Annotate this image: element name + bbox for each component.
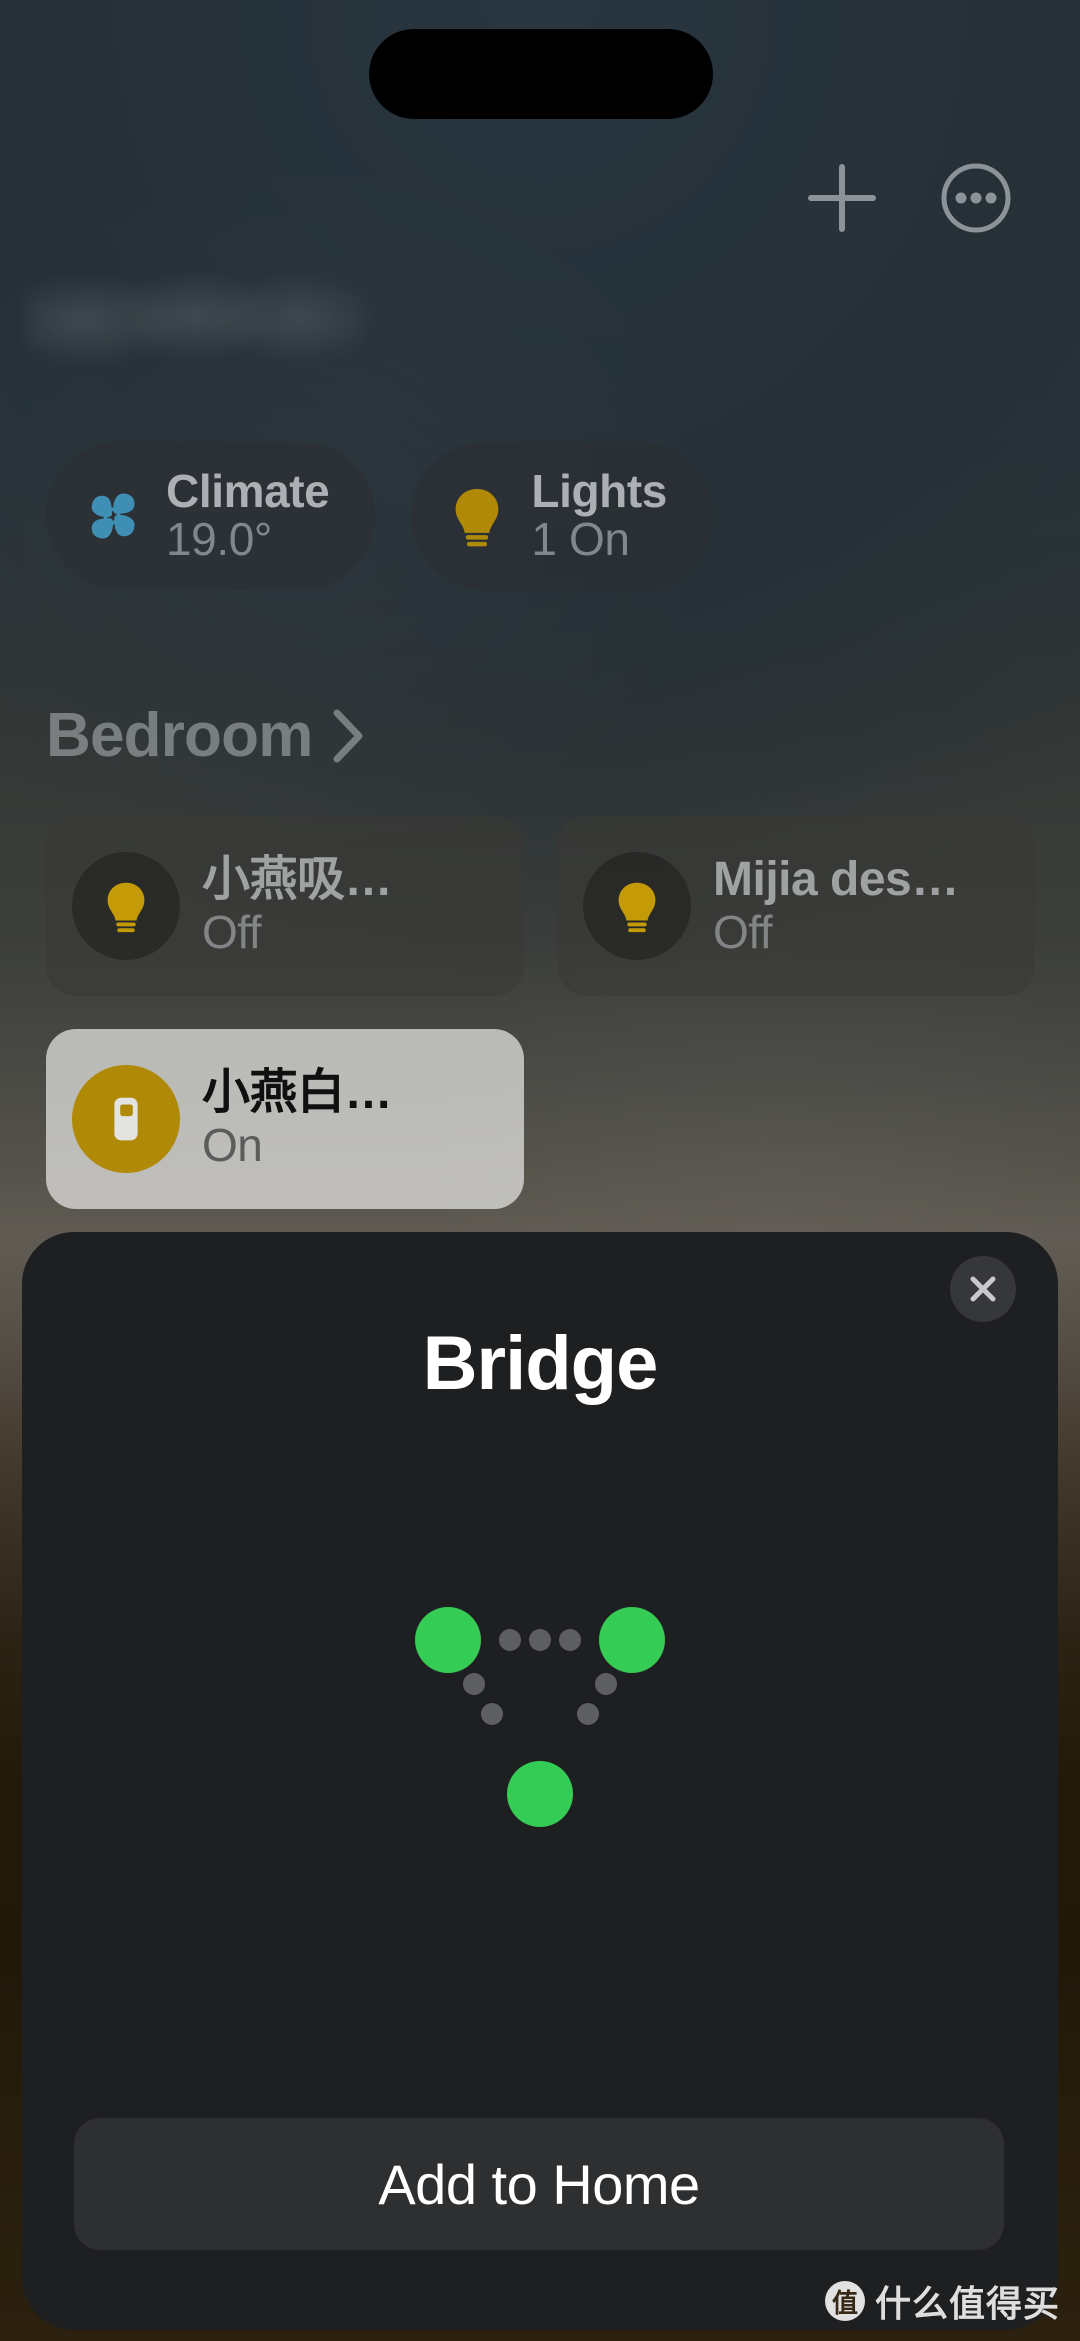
- room-section-header[interactable]: Bedroom: [46, 700, 369, 771]
- status-pill-lights[interactable]: Lights 1 On: [411, 442, 713, 590]
- bridge-link-dot: [529, 1629, 551, 1651]
- accessory-name: 小燕吸…: [202, 853, 393, 907]
- dynamic-island: [369, 29, 713, 119]
- chevron-right-icon: [333, 709, 363, 762]
- bridge-link-dot: [481, 1703, 503, 1725]
- accessory-grid: 小燕吸… Off Mijia des… Off 小燕白… On: [46, 816, 1036, 1209]
- bridge-sheet: Bridge Add to Home: [22, 1232, 1058, 2330]
- add-to-home-label: Add to Home: [378, 2152, 700, 2216]
- status-pill-climate[interactable]: Climate 19.0°: [46, 442, 376, 590]
- bridge-link-dot: [463, 1673, 485, 1695]
- accessory-icon-wrap: [583, 852, 691, 960]
- plus-icon: [808, 164, 876, 232]
- accessory-icon-wrap: [72, 852, 180, 960]
- bridge-node: [415, 1607, 481, 1673]
- close-x-icon: [970, 1276, 996, 1302]
- watermark: 值 什么值得买: [824, 2275, 1060, 2327]
- ellipsis-circle-icon: [941, 163, 1011, 233]
- watermark-text: 什么值得买: [874, 2284, 1060, 2325]
- bridge-node: [507, 1761, 573, 1827]
- phone-screen: Climate 19.0° Lights 1 On Bedroom 小燕吸… O…: [0, 0, 1080, 2341]
- status-pill-title: Climate: [166, 465, 330, 518]
- accessory-icon-wrap: [72, 1065, 180, 1173]
- more-options-button[interactable]: [926, 148, 1026, 248]
- accessory-tile[interactable]: Mijia des… Off: [557, 816, 1035, 996]
- bridge-link-dot: [595, 1673, 617, 1695]
- home-name-redacted: [26, 272, 366, 364]
- switch-icon: [114, 1097, 138, 1141]
- fan-icon: [91, 493, 135, 539]
- room-title: Bedroom: [46, 701, 313, 770]
- bridge-link-dot: [559, 1629, 581, 1651]
- bulb-icon: [618, 882, 656, 933]
- bridge-node: [599, 1607, 665, 1673]
- bridge-link-dot: [499, 1629, 521, 1651]
- accessory-state: On: [202, 1119, 263, 1172]
- accessory-tile[interactable]: 小燕吸… Off: [46, 816, 524, 996]
- bridge-network-icon: [415, 1607, 665, 1827]
- bulb-icon: [456, 489, 499, 547]
- accessory-state: Off: [713, 906, 773, 959]
- add-button[interactable]: [792, 148, 892, 248]
- close-button[interactable]: [950, 1256, 1016, 1322]
- accessory-name: Mijia des…: [713, 853, 959, 907]
- bridge-link-dot: [577, 1703, 599, 1725]
- accessory-name: 小燕白…: [202, 1066, 393, 1120]
- sheet-title: Bridge: [422, 1321, 659, 1406]
- status-pill-title: Lights: [531, 465, 667, 518]
- accessory-state: Off: [202, 906, 262, 959]
- status-pill-value: 19.0°: [166, 513, 272, 565]
- bulb-icon: [107, 882, 145, 933]
- add-to-home-button[interactable]: Add to Home: [74, 2118, 1004, 2250]
- status-pill-value: 1 On: [531, 513, 630, 565]
- watermark-logo: 值: [824, 2281, 865, 2321]
- status-pill-row: Climate 19.0° Lights 1 On: [46, 442, 713, 590]
- accessory-tile[interactable]: 小燕白… On: [46, 1029, 524, 1209]
